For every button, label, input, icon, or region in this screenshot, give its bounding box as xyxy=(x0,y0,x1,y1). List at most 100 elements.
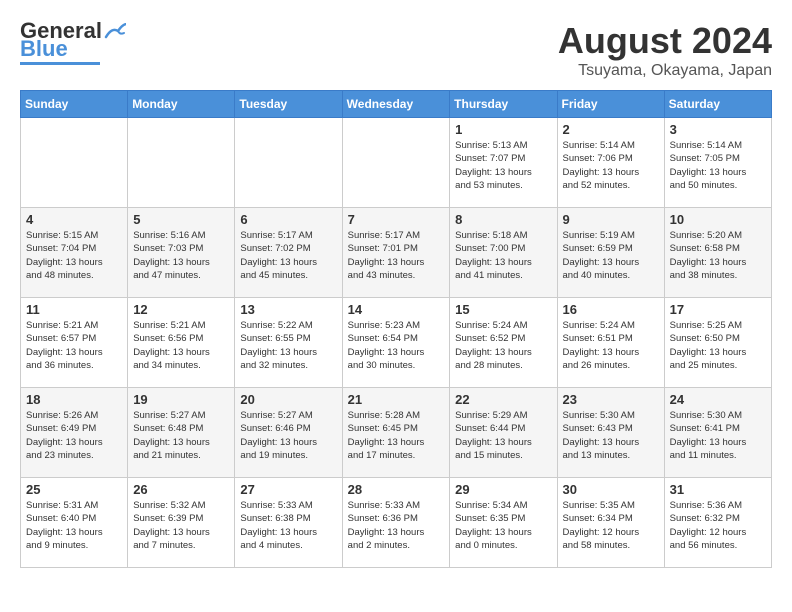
day-cell-7: 7Sunrise: 5:17 AM Sunset: 7:01 PM Daylig… xyxy=(342,208,450,298)
day-info: Sunrise: 5:21 AM Sunset: 6:56 PM Dayligh… xyxy=(133,319,229,372)
day-info: Sunrise: 5:16 AM Sunset: 7:03 PM Dayligh… xyxy=(133,229,229,282)
day-info: Sunrise: 5:15 AM Sunset: 7:04 PM Dayligh… xyxy=(26,229,122,282)
day-info: Sunrise: 5:28 AM Sunset: 6:45 PM Dayligh… xyxy=(348,409,445,462)
day-cell-10: 10Sunrise: 5:20 AM Sunset: 6:58 PM Dayli… xyxy=(664,208,771,298)
day-number: 28 xyxy=(348,482,445,497)
day-number: 3 xyxy=(670,122,766,137)
day-info: Sunrise: 5:30 AM Sunset: 6:41 PM Dayligh… xyxy=(670,409,766,462)
day-info: Sunrise: 5:27 AM Sunset: 6:46 PM Dayligh… xyxy=(240,409,336,462)
day-number: 11 xyxy=(26,302,122,317)
day-cell-18: 18 Sunrise: 5:26 AM Sunset: 6:49 PM Dayli… xyxy=(21,388,128,478)
location-title: Tsuyama, Okayama, Japan xyxy=(558,62,772,80)
day-cell-23: 23Sunrise: 5:30 AM Sunset: 6:43 PM Dayli… xyxy=(557,388,664,478)
day-cell-1: 1Sunrise: 5:13 AM Sunset: 7:07 PM Daylig… xyxy=(450,118,557,208)
weekday-header-friday: Friday xyxy=(557,91,664,118)
day-number: 23 xyxy=(563,392,659,407)
day-number: 7 xyxy=(348,212,445,227)
day-info: Sunrise: 5:24 AM Sunset: 6:52 PM Dayligh… xyxy=(455,319,551,372)
day-number: 31 xyxy=(670,482,766,497)
day-info: Sunrise: 5:14 AM Sunset: 7:06 PM Dayligh… xyxy=(563,139,659,192)
day-cell-17: 17 Sunrise: 5:25 AM Sunset: 6:50 PM Dayli… xyxy=(664,298,771,388)
day-cell-24: 24 Sunrise: 5:30 AM Sunset: 6:41 PM Dayli… xyxy=(664,388,771,478)
day-number: 9 xyxy=(563,212,659,227)
day-cell-3: 3 Sunrise: 5:14 AM Sunset: 7:05 PM Daylig… xyxy=(664,118,771,208)
empty-cell xyxy=(235,118,342,208)
day-number: 10 xyxy=(670,212,766,227)
logo-underline xyxy=(20,62,100,65)
day-cell-4: 4 Sunrise: 5:15 AM Sunset: 7:04 PM Daylig… xyxy=(21,208,128,298)
day-number: 2 xyxy=(563,122,659,137)
header: General Blue August 2024 Tsuyama, Okayam… xyxy=(20,20,772,80)
day-info: Sunrise: 5:33 AM Sunset: 6:36 PM Dayligh… xyxy=(348,499,445,552)
weekday-header-tuesday: Tuesday xyxy=(235,91,342,118)
day-cell-30: 30Sunrise: 5:35 AM Sunset: 6:34 PM Dayli… xyxy=(557,478,664,568)
day-cell-29: 29 Sunrise: 5:34 AM Sunset: 6:35 PM Dayli… xyxy=(450,478,557,568)
day-info: Sunrise: 5:34 AM Sunset: 6:35 PM Dayligh… xyxy=(455,499,551,552)
month-title: August 2024 xyxy=(558,20,772,62)
empty-cell xyxy=(342,118,450,208)
day-number: 21 xyxy=(348,392,445,407)
day-number: 24 xyxy=(670,392,766,407)
weekday-header-saturday: Saturday xyxy=(664,91,771,118)
day-number: 5 xyxy=(133,212,229,227)
week-row-1: 1Sunrise: 5:13 AM Sunset: 7:07 PM Daylig… xyxy=(21,118,772,208)
day-info: Sunrise: 5:31 AM Sunset: 6:40 PM Dayligh… xyxy=(26,499,122,552)
week-row-5: 25 Sunrise: 5:31 AM Sunset: 6:40 PM Dayli… xyxy=(21,478,772,568)
day-info: Sunrise: 5:23 AM Sunset: 6:54 PM Dayligh… xyxy=(348,319,445,372)
day-info: Sunrise: 5:21 AM Sunset: 6:57 PM Dayligh… xyxy=(26,319,122,372)
day-number: 13 xyxy=(240,302,336,317)
logo: General Blue xyxy=(20,20,126,65)
day-number: 19 xyxy=(133,392,229,407)
day-cell-12: 12 Sunrise: 5:21 AM Sunset: 6:56 PM Dayli… xyxy=(128,298,235,388)
calendar-table: SundayMondayTuesdayWednesdayThursdayFrid… xyxy=(20,90,772,568)
day-cell-25: 25 Sunrise: 5:31 AM Sunset: 6:40 PM Dayli… xyxy=(21,478,128,568)
day-info: Sunrise: 5:14 AM Sunset: 7:05 PM Dayligh… xyxy=(670,139,766,192)
day-number: 20 xyxy=(240,392,336,407)
day-cell-9: 9 Sunrise: 5:19 AM Sunset: 6:59 PM Daylig… xyxy=(557,208,664,298)
week-row-4: 18 Sunrise: 5:26 AM Sunset: 6:49 PM Dayli… xyxy=(21,388,772,478)
day-number: 8 xyxy=(455,212,551,227)
day-info: Sunrise: 5:24 AM Sunset: 6:51 PM Dayligh… xyxy=(563,319,659,372)
day-cell-16: 16 Sunrise: 5:24 AM Sunset: 6:51 PM Dayli… xyxy=(557,298,664,388)
day-cell-19: 19 Sunrise: 5:27 AM Sunset: 6:48 PM Dayli… xyxy=(128,388,235,478)
day-number: 30 xyxy=(563,482,659,497)
empty-cell xyxy=(128,118,235,208)
day-cell-27: 27Sunrise: 5:33 AM Sunset: 6:38 PM Dayli… xyxy=(235,478,342,568)
day-cell-20: 20 Sunrise: 5:27 AM Sunset: 6:46 PM Dayli… xyxy=(235,388,342,478)
day-cell-2: 2 Sunrise: 5:14 AM Sunset: 7:06 PM Daylig… xyxy=(557,118,664,208)
day-info: Sunrise: 5:17 AM Sunset: 7:02 PM Dayligh… xyxy=(240,229,336,282)
day-cell-31: 31 Sunrise: 5:36 AM Sunset: 6:32 PM Dayli… xyxy=(664,478,771,568)
day-number: 18 xyxy=(26,392,122,407)
weekday-header-wednesday: Wednesday xyxy=(342,91,450,118)
day-number: 16 xyxy=(563,302,659,317)
day-info: Sunrise: 5:22 AM Sunset: 6:55 PM Dayligh… xyxy=(240,319,336,372)
day-cell-26: 26Sunrise: 5:32 AM Sunset: 6:39 PM Dayli… xyxy=(128,478,235,568)
day-number: 4 xyxy=(26,212,122,227)
day-number: 12 xyxy=(133,302,229,317)
day-info: Sunrise: 5:26 AM Sunset: 6:49 PM Dayligh… xyxy=(26,409,122,462)
day-info: Sunrise: 5:19 AM Sunset: 6:59 PM Dayligh… xyxy=(563,229,659,282)
empty-cell xyxy=(21,118,128,208)
day-info: Sunrise: 5:27 AM Sunset: 6:48 PM Dayligh… xyxy=(133,409,229,462)
day-cell-6: 6 Sunrise: 5:17 AM Sunset: 7:02 PM Daylig… xyxy=(235,208,342,298)
day-number: 29 xyxy=(455,482,551,497)
title-area: August 2024 Tsuyama, Okayama, Japan xyxy=(558,20,772,80)
day-info: Sunrise: 5:18 AM Sunset: 7:00 PM Dayligh… xyxy=(455,229,551,282)
day-number: 27 xyxy=(240,482,336,497)
day-number: 25 xyxy=(26,482,122,497)
day-number: 17 xyxy=(670,302,766,317)
day-cell-11: 11 Sunrise: 5:21 AM Sunset: 6:57 PM Dayli… xyxy=(21,298,128,388)
day-cell-8: 8 Sunrise: 5:18 AM Sunset: 7:00 PM Daylig… xyxy=(450,208,557,298)
day-info: Sunrise: 5:36 AM Sunset: 6:32 PM Dayligh… xyxy=(670,499,766,552)
logo-bird-icon xyxy=(104,23,126,41)
day-info: Sunrise: 5:29 AM Sunset: 6:44 PM Dayligh… xyxy=(455,409,551,462)
week-row-3: 11 Sunrise: 5:21 AM Sunset: 6:57 PM Dayli… xyxy=(21,298,772,388)
logo-blue-text: Blue xyxy=(20,38,68,60)
day-number: 14 xyxy=(348,302,445,317)
day-info: Sunrise: 5:25 AM Sunset: 6:50 PM Dayligh… xyxy=(670,319,766,372)
day-number: 6 xyxy=(240,212,336,227)
day-cell-15: 15 Sunrise: 5:24 AM Sunset: 6:52 PM Dayli… xyxy=(450,298,557,388)
day-cell-5: 5 Sunrise: 5:16 AM Sunset: 7:03 PM Daylig… xyxy=(128,208,235,298)
day-number: 15 xyxy=(455,302,551,317)
weekday-header-monday: Monday xyxy=(128,91,235,118)
